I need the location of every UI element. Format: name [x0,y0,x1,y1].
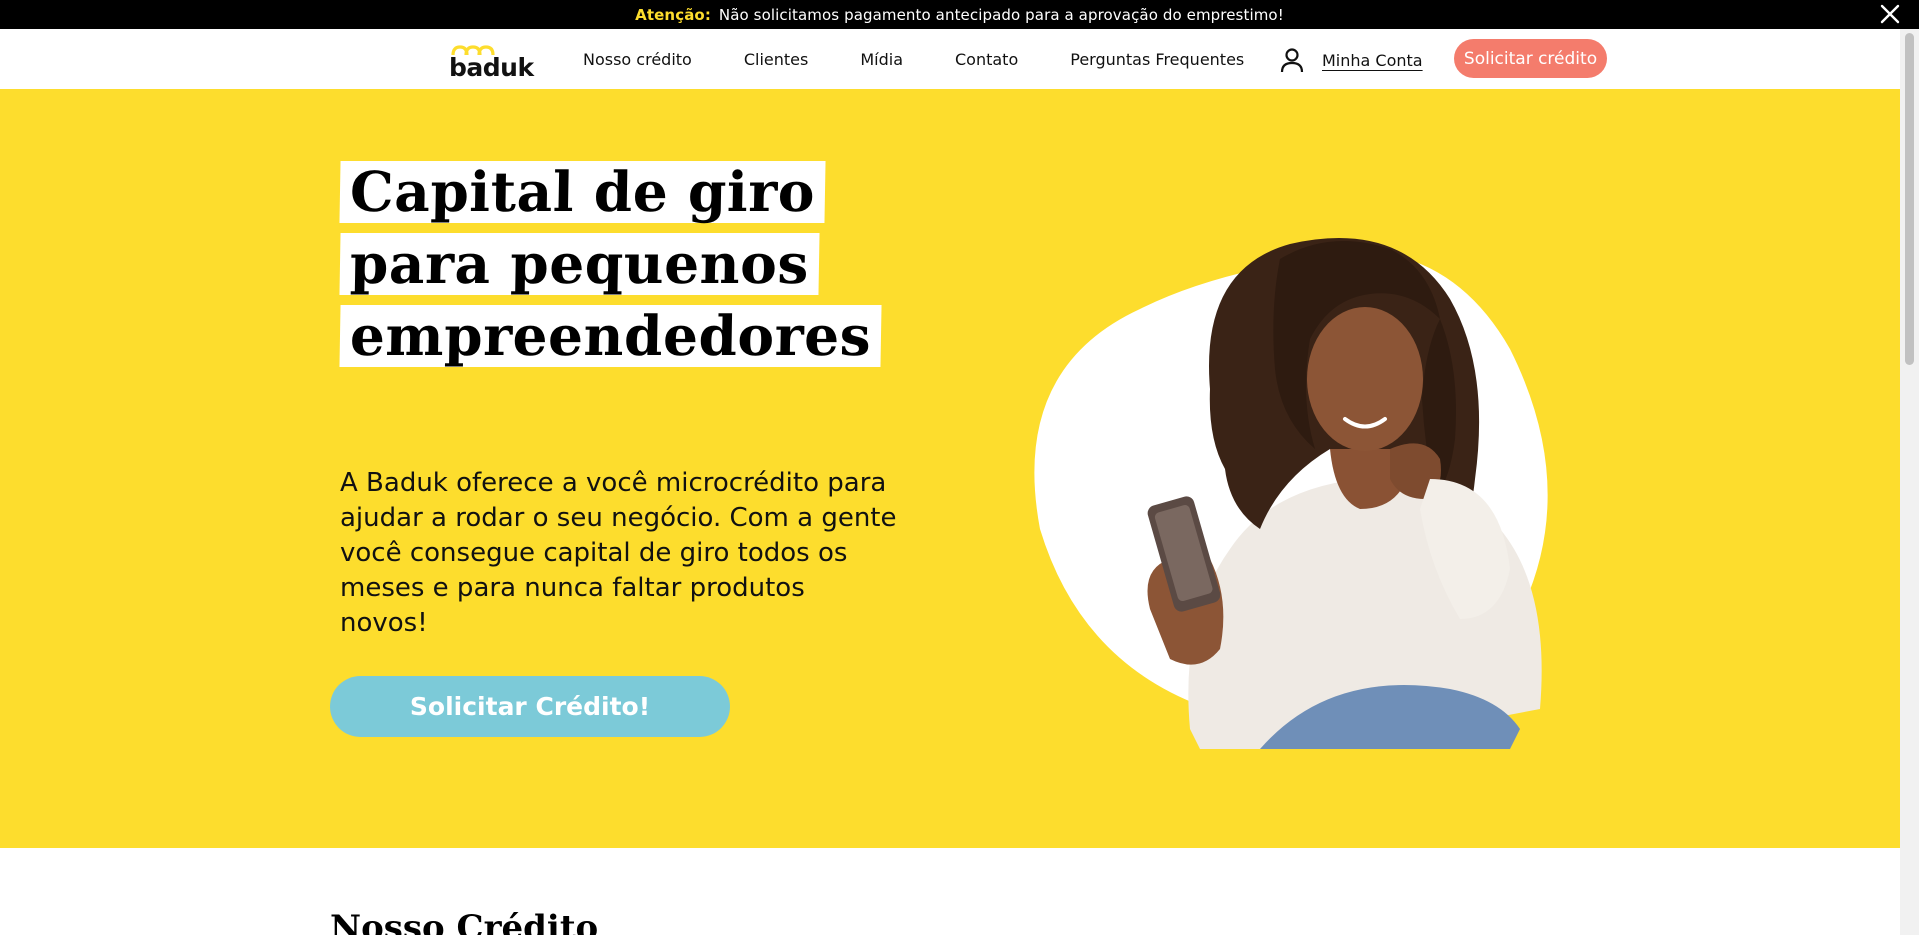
hero-headline: Capital de giro para pequenos empreended… [339,159,960,377]
user-icon [1280,48,1304,73]
nav-midia[interactable]: Mídia [860,50,903,69]
account-link-group[interactable]: Minha Conta [1278,46,1423,74]
solicitar-credito-header-button[interactable]: Solicitar crédito [1454,39,1607,78]
nosso-credito-title: Nosso Crédito [330,908,599,935]
main-nav: Nosso crédito Clientes Mídia Contato Per… [583,29,1296,89]
announcement-text: Não solicitamos pagamento antecipado par… [718,5,1284,24]
scrollbar-thumb[interactable] [1905,33,1914,365]
nav-perguntas-frequentes[interactable]: Perguntas Frequentes [1070,50,1244,69]
headline-line-1: Capital de giro [339,159,826,224]
announcement-bar: Atenção: Não solicitamos pagamento antec… [0,0,1919,29]
hero-woman-image [1034,238,1548,749]
page-scrollbar[interactable] [1900,29,1919,935]
hero-section: Capital de giro para pequenos empreended… [0,89,1900,848]
minha-conta-link[interactable]: Minha Conta [1322,51,1423,70]
headline-line-3: empreendedores [339,303,882,368]
solicitar-credito-hero-button[interactable]: Solicitar Crédito! [330,676,730,737]
close-icon[interactable] [1879,3,1901,25]
nav-clientes[interactable]: Clientes [744,50,809,69]
logo-text: baduk [449,53,534,82]
site-header: baduk Nosso crédito Clientes Mídia Conta… [0,29,1900,89]
headline-line-2: para pequenos [339,231,820,296]
nav-nosso-credito[interactable]: Nosso crédito [583,50,692,69]
hero-description: A Baduk oferece a você microcrédito para… [340,468,897,638]
baduk-logo[interactable]: baduk [449,45,534,82]
nav-contato[interactable]: Contato [955,50,1018,69]
announcement-label: Atenção: [635,5,711,24]
